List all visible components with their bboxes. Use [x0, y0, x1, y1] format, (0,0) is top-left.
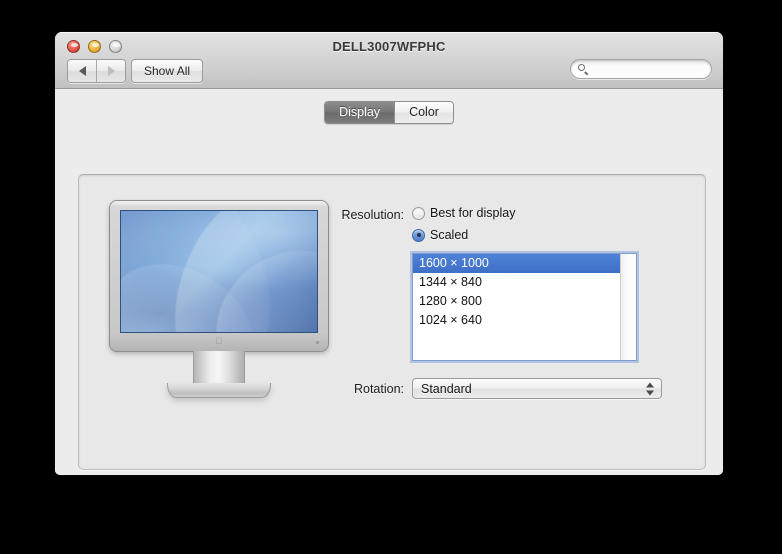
radio-best-for-display[interactable]: Best for display — [412, 206, 515, 220]
system-preferences-window: DELL3007WFPHC Show All Display Color Res… — [55, 32, 723, 475]
forward-button — [96, 60, 125, 82]
monitor-screen-icon — [120, 210, 318, 333]
show-all-button[interactable]: Show All — [131, 59, 204, 83]
forward-arrow-icon — [107, 66, 115, 76]
resolution-label: Resolution: — [341, 208, 404, 222]
resolution-list[interactable]: 1600 × 1000 1344 × 840 1280 × 800 1024 ×… — [412, 253, 637, 361]
rotation-label: Rotation: — [353, 382, 404, 396]
power-led-icon — [316, 341, 319, 344]
window-title: DELL3007WFPHC — [332, 39, 446, 54]
show-all-label: Show All — [144, 64, 191, 78]
monitor-stand-neck-icon — [193, 351, 245, 385]
resolution-list-item[interactable]: 1600 × 1000 — [413, 254, 620, 273]
chevron-up-icon — [646, 382, 654, 387]
search-icon — [578, 63, 589, 75]
resolution-list-item-label: 1280 × 800 — [419, 294, 482, 308]
tab-bar: Display Color — [55, 100, 723, 124]
resolution-list-items: 1600 × 1000 1344 × 840 1280 × 800 1024 ×… — [413, 254, 620, 360]
chevron-down-icon — [646, 390, 654, 395]
radio-off-icon — [412, 206, 425, 220]
radio-scaled[interactable]: Scaled — [412, 228, 468, 242]
stepper-arrows-icon — [646, 382, 654, 395]
display-settings-panel:  Resolution: Best for display Scaled — [78, 174, 706, 470]
resolution-list-item-label: 1024 × 640 — [419, 313, 482, 327]
monitor-stand-base-icon — [167, 383, 271, 398]
radio-scaled-label: Scaled — [430, 228, 469, 242]
radio-on-icon — [412, 228, 425, 242]
tab-group: Display Color — [324, 100, 454, 124]
apple-logo-icon:  — [215, 337, 224, 346]
back-arrow-icon — [78, 66, 86, 76]
rotation-value: Standard — [421, 381, 472, 396]
window-content: Display Color Resolution: Best for displ… — [55, 89, 723, 475]
rotation-popup-button[interactable]: Standard — [412, 378, 662, 399]
resolution-list-scrollbar[interactable] — [620, 254, 636, 360]
resolution-list-item-label: 1600 × 1000 — [419, 256, 489, 270]
resolution-list-item[interactable]: 1280 × 800 — [413, 292, 620, 311]
monitor-bezel-icon:  — [109, 200, 329, 352]
search-field[interactable] — [570, 59, 712, 79]
display-preview-image:  — [104, 200, 334, 405]
tab-display[interactable]: Display — [325, 101, 395, 123]
window-titlebar: DELL3007WFPHC Show All — [55, 32, 723, 89]
back-button[interactable] — [68, 60, 96, 82]
toolbar: Show All — [55, 58, 723, 86]
desktop-background: DELL3007WFPHC Show All Display Color Res… — [0, 0, 782, 554]
resolution-list-item[interactable]: 1024 × 640 — [413, 311, 620, 330]
resolution-list-item[interactable]: 1344 × 840 — [413, 273, 620, 292]
tab-display-label: Display — [339, 105, 381, 119]
radio-best-for-display-label: Best for display — [430, 206, 516, 220]
resolution-list-item-label: 1344 × 840 — [419, 275, 482, 289]
tab-color-label: Color — [409, 105, 439, 119]
navigation-buttons — [67, 59, 126, 83]
search-input[interactable] — [593, 62, 703, 76]
tab-color[interactable]: Color — [394, 101, 453, 123]
